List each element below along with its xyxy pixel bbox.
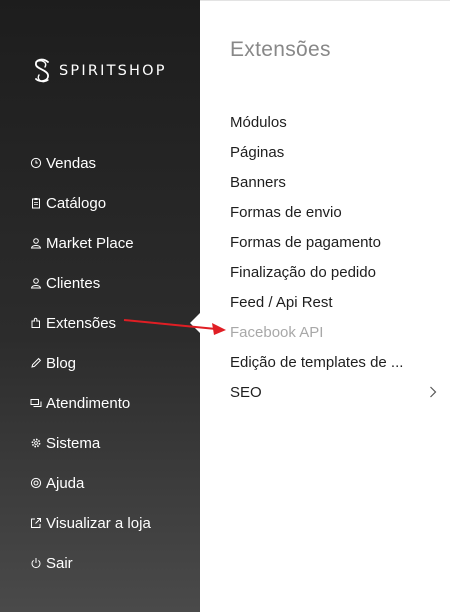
sidebar-item-label: Sistema <box>46 434 101 452</box>
submenu-item-edicao-de-templates[interactable]: Edição de templates de ... <box>230 347 440 377</box>
sidebar-item-catalogo[interactable]: Catálogo <box>30 183 151 223</box>
submenu-item-modulos[interactable]: Módulos <box>230 107 440 137</box>
sidebar-item-sistema[interactable]: Sistema <box>30 423 151 463</box>
submenu-item-formas-de-envio[interactable]: Formas de envio <box>230 197 440 227</box>
pencil-icon <box>30 357 42 369</box>
submenu-item-label: Edição de templates de ... <box>230 353 404 371</box>
submenu-item-formas-de-pagamento[interactable]: Formas de pagamento <box>230 227 440 257</box>
sidebar-item-atendimento[interactable]: Atendimento <box>30 383 151 423</box>
sidebar-item-label: Blog <box>46 354 77 372</box>
lifebuoy-icon <box>30 477 42 489</box>
external-link-icon <box>30 517 42 529</box>
brand-name: SPIRITSHOP <box>59 63 167 79</box>
user-icon <box>30 277 42 289</box>
submenu-item-finalizacao-do-pedido[interactable]: Finalização do pedido <box>230 257 440 287</box>
submenu-item-seo[interactable]: SEO <box>230 377 440 407</box>
sidebar-item-label: Vendas <box>46 154 97 172</box>
power-icon <box>30 557 42 569</box>
sidebar-item-label: Visualizar a loja <box>46 514 151 532</box>
sidebar-item-vendas[interactable]: Vendas <box>30 143 151 183</box>
red-arrow-icon <box>123 319 226 335</box>
sidebar-item-label: Sair <box>46 554 73 572</box>
submenu-list: Módulos Páginas Banners Formas de envio … <box>230 107 440 407</box>
clock-icon <box>30 157 42 169</box>
puzzle-icon <box>30 317 42 329</box>
submenu-title: Extensões <box>230 38 331 61</box>
sidebar-item-label: Clientes <box>46 274 101 292</box>
submenu-item-label: Páginas <box>230 143 285 161</box>
sidebar-item-label: Ajuda <box>46 474 85 492</box>
chat-icon <box>30 397 42 409</box>
user-icon <box>30 237 42 249</box>
submenu-item-label: Formas de pagamento <box>230 233 381 251</box>
clipboard-icon <box>30 197 42 209</box>
sidebar: SPIRITSHOP Vendas Catálogo Market Place … <box>0 0 200 612</box>
submenu-item-label: Módulos <box>230 113 287 131</box>
submenu-item-label: SEO <box>230 383 262 401</box>
sidebar-item-label: Market Place <box>46 234 134 252</box>
sidebar-nav: Vendas Catálogo Market Place Clientes Ex… <box>30 143 151 583</box>
submenu-item-banners[interactable]: Banners <box>230 167 440 197</box>
sidebar-item-blog[interactable]: Blog <box>30 343 151 383</box>
sidebar-item-visualizar-loja[interactable]: Visualizar a loja <box>30 503 151 543</box>
submenu-item-label: Banners <box>230 173 286 191</box>
sidebar-item-label: Catálogo <box>46 194 107 212</box>
gear-icon <box>30 437 42 449</box>
sidebar-item-sair[interactable]: Sair <box>30 543 151 583</box>
spiritshop-logo-icon <box>35 58 49 83</box>
sidebar-item-label: Atendimento <box>46 394 131 412</box>
sidebar-item-ajuda[interactable]: Ajuda <box>30 463 151 503</box>
brand-logo[interactable]: SPIRITSHOP <box>31 58 167 84</box>
submenu-item-label: Formas de envio <box>230 203 342 221</box>
submenu-item-feed-api-rest[interactable]: Feed / Api Rest <box>230 287 440 317</box>
sidebar-item-clientes[interactable]: Clientes <box>30 263 151 303</box>
sidebar-item-market-place[interactable]: Market Place <box>30 223 151 263</box>
submenu-item-paginas[interactable]: Páginas <box>230 137 440 167</box>
submenu-item-facebook-api[interactable]: Facebook API <box>230 317 440 347</box>
submenu-item-label: Feed / Api Rest <box>230 293 333 311</box>
submenu-item-label: Facebook API <box>230 323 324 341</box>
sidebar-item-label: Extensões <box>46 314 117 332</box>
submenu-item-label: Finalização do pedido <box>230 263 376 281</box>
submenu-panel: Extensões Módulos Páginas Banners Formas… <box>230 0 450 612</box>
chevron-right-icon <box>430 386 437 398</box>
